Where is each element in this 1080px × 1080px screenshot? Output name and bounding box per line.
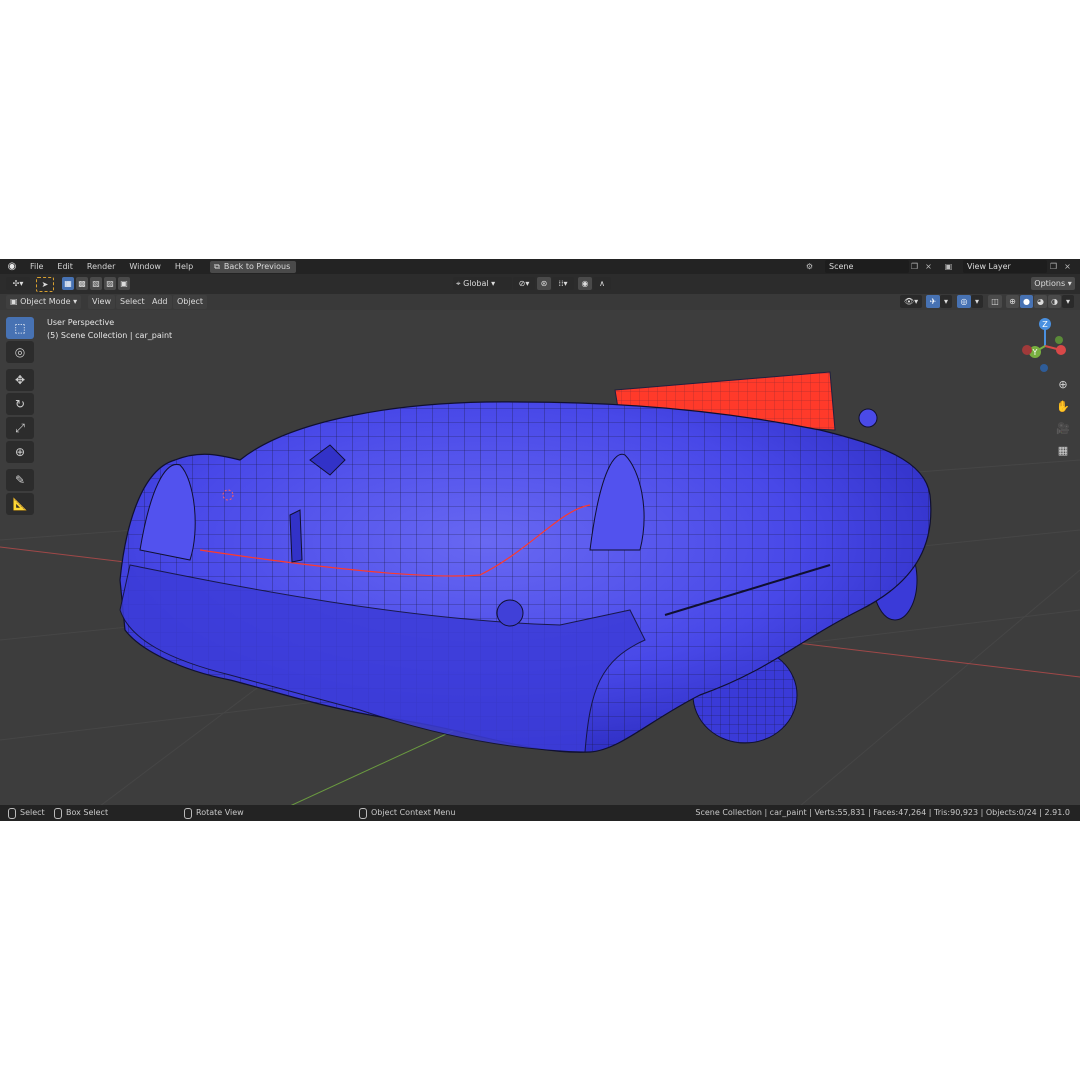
menu-window[interactable]: Window xyxy=(122,259,168,274)
viewport-header: ▣ Object Mode ▾ View Select Add Object 👁… xyxy=(0,294,1080,310)
shading-material-icon[interactable]: ◕ xyxy=(1034,295,1047,308)
gizmo-x-icon[interactable] xyxy=(1056,345,1066,355)
mode-subtract-icon[interactable]: ▧ xyxy=(90,277,102,290)
select-box-tool-icon[interactable]: ➤ xyxy=(36,277,54,292)
camera-view-icon[interactable]: 🎥 xyxy=(1054,420,1072,438)
gizmo-z-label: Z xyxy=(1042,320,1048,329)
tail-light xyxy=(496,599,524,627)
status-select: Select xyxy=(8,805,45,821)
gizmo-toggle-icon[interactable]: ✈ xyxy=(926,295,940,308)
snap-target-icon[interactable]: ⁞⁞▾ xyxy=(552,277,574,290)
status-context-menu: Object Context Menu xyxy=(359,805,455,821)
viewport-collection-label: (5) Scene Collection | car_paint xyxy=(47,331,173,340)
mouse-right-icon xyxy=(359,807,367,819)
navigation-gizmo[interactable]: Z Y xyxy=(1015,316,1075,376)
status-select-label: Select xyxy=(20,808,45,817)
3d-viewport[interactable]: User Perspective (5) Scene Collection | … xyxy=(0,310,1080,806)
chevron-down-icon: ▾ xyxy=(73,297,78,306)
falloff-icon[interactable]: ∧ xyxy=(593,277,611,290)
tool-settings-bar: ✣▾ ➤ ▦ ▩ ▧ ▨ ▣ ⌖ Global ▾ ⊘▾ ⊛ ⁞⁞▾ ◉ ∧ O… xyxy=(0,274,1080,294)
menu-file[interactable]: File xyxy=(23,259,50,274)
object-mode-icon: ▣ xyxy=(10,297,18,306)
trunk-handle xyxy=(289,509,303,563)
shading-rendered-icon[interactable]: ◑ xyxy=(1048,295,1061,308)
scene-remove-icon[interactable]: × xyxy=(922,260,935,273)
perspective-grid-icon[interactable]: ▦ xyxy=(1054,442,1072,460)
view-layer-field[interactable]: View Layer xyxy=(963,260,1047,273)
move-tool-icon[interactable]: ✥ xyxy=(6,369,34,391)
mode-difference-icon[interactable]: ▨ xyxy=(104,277,116,290)
menu-help[interactable]: Help xyxy=(168,259,200,274)
status-box-select-label: Box Select xyxy=(66,808,109,817)
chevron-down-icon: ▾ xyxy=(1067,279,1072,288)
shading-solid-icon[interactable]: ● xyxy=(1020,295,1033,308)
status-bar: Select Box Select Rotate View Object Con… xyxy=(0,805,1080,821)
header-menu-add[interactable]: Add xyxy=(148,295,172,309)
select-tool-icon[interactable]: ⬚ xyxy=(6,317,34,339)
measure-tool-icon[interactable]: 📐 xyxy=(6,493,34,515)
header-menu-object[interactable]: Object xyxy=(173,295,208,309)
blender-window: ◉ File Edit Render Window Help ⧉ Back to… xyxy=(0,259,1080,821)
view-layer-new-icon[interactable]: ❐ xyxy=(1047,260,1060,273)
gizmo-neg-y-icon[interactable] xyxy=(1055,336,1063,344)
overlays-menu-icon[interactable]: ▾ xyxy=(971,295,983,308)
scene-new-icon[interactable]: ❐ xyxy=(908,260,921,273)
visibility-icon[interactable]: 👁▾ xyxy=(900,295,922,308)
orientation-dropdown[interactable]: ⌖ Global ▾ xyxy=(453,277,512,290)
side-mirror xyxy=(858,408,878,428)
viewport-scene xyxy=(0,371,1080,806)
shading-menu-icon[interactable]: ▾ xyxy=(1062,295,1074,308)
options-dropdown[interactable]: Options ▾ xyxy=(1031,277,1075,290)
mode-dropdown[interactable]: ▣ Object Mode ▾ xyxy=(6,295,82,309)
pivot-point-icon[interactable]: ⊘▾ xyxy=(513,277,535,290)
blender-logo-icon[interactable]: ◉ xyxy=(6,261,18,273)
scene-field[interactable]: Scene xyxy=(825,260,909,273)
shading-wireframe-icon[interactable]: ⊕ xyxy=(1006,295,1019,308)
mouse-middle-icon xyxy=(184,807,192,819)
back-to-previous-button[interactable]: ⧉ Back to Previous xyxy=(210,260,297,273)
gizmo-neg-x-icon[interactable] xyxy=(1022,345,1032,355)
proportional-edit-icon[interactable]: ◉ xyxy=(578,277,592,290)
mode-intersect-icon[interactable]: ▣ xyxy=(118,277,130,290)
gizmo-menu-icon[interactable]: ▾ xyxy=(940,295,952,308)
transform-tool-icon[interactable]: ⊕ xyxy=(6,441,34,463)
view-layer-remove-icon[interactable]: × xyxy=(1061,260,1074,273)
menu-edit[interactable]: Edit xyxy=(50,259,80,274)
rotate-tool-icon[interactable]: ↻ xyxy=(6,393,34,415)
scene-browse-icon[interactable]: ⚙ xyxy=(803,260,816,273)
mode-set-icon[interactable]: ▦ xyxy=(62,277,74,290)
annotate-tool-icon[interactable]: ✎ xyxy=(6,469,34,491)
snap-icon[interactable]: ⊛ xyxy=(537,277,551,290)
xray-toggle-icon[interactable]: ◫ xyxy=(988,295,1002,308)
orientation-icon: ⌖ xyxy=(456,279,461,288)
mode-label: Object Mode xyxy=(20,297,71,306)
zoom-icon[interactable]: ⊕ xyxy=(1054,376,1072,394)
scene-statistics: Scene Collection | car_paint | Verts:55,… xyxy=(695,808,1070,817)
status-context-menu-label: Object Context Menu xyxy=(371,808,456,817)
overlays-toggle-icon[interactable]: ◎ xyxy=(957,295,971,308)
left-tail-fin xyxy=(139,464,196,561)
options-label: Options xyxy=(1034,279,1066,288)
menu-render[interactable]: Render xyxy=(80,259,122,274)
orientation-label: Global xyxy=(463,279,489,288)
back-to-previous-label: Back to Previous xyxy=(223,261,291,271)
scale-tool-icon[interactable]: ⤢ xyxy=(6,417,34,439)
status-rotate-view-label: Rotate View xyxy=(196,808,244,817)
view-layer-browse-icon[interactable]: ▣ xyxy=(942,260,955,273)
gizmo-y-label: Y xyxy=(1032,348,1038,357)
back-icon: ⧉ xyxy=(214,261,220,271)
pan-hand-icon[interactable]: ✋ xyxy=(1054,398,1072,416)
viewport-perspective-label: User Perspective xyxy=(47,318,115,327)
mode-extend-icon[interactable]: ▩ xyxy=(76,277,88,290)
header-menu-select[interactable]: Select xyxy=(116,295,149,309)
status-box-select: Box Select xyxy=(54,805,108,821)
cursor-tool-icon[interactable]: ◎ xyxy=(6,341,34,363)
gizmo-neg-z-icon[interactable] xyxy=(1040,364,1048,372)
header-menu-view[interactable]: View xyxy=(88,295,115,309)
chevron-down-icon: ▾ xyxy=(491,279,496,288)
mouse-drag-icon xyxy=(54,807,62,819)
transform-pivot-icon[interactable]: ✣▾ xyxy=(6,277,30,290)
mouse-left-icon xyxy=(8,807,16,819)
status-rotate-view: Rotate View xyxy=(184,805,244,821)
